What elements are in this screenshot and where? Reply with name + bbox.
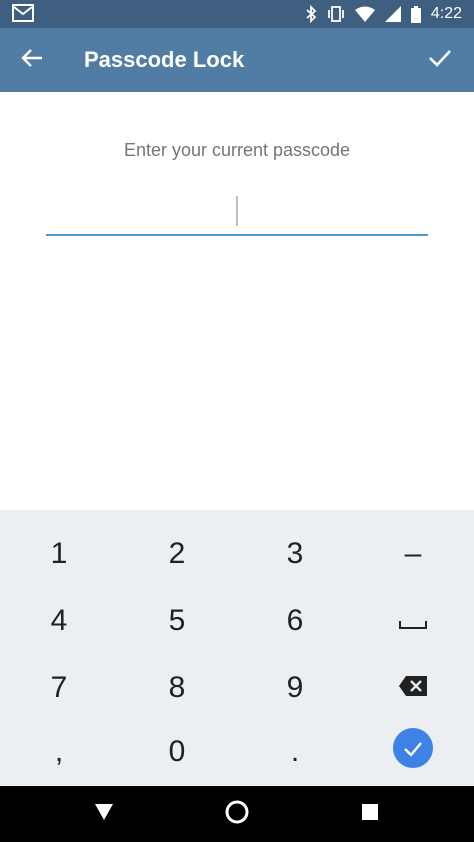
- space-bar-icon: [399, 604, 427, 638]
- key-8[interactable]: 8: [118, 656, 236, 720]
- back-triangle-icon: [94, 803, 114, 826]
- key-5[interactable]: 5: [118, 589, 236, 653]
- vibrate-icon: [327, 6, 345, 22]
- app-bar: Passcode Lock: [0, 28, 474, 92]
- nav-home-button[interactable]: [207, 786, 267, 842]
- key-4[interactable]: 4: [0, 589, 118, 653]
- key-dash[interactable]: –: [354, 522, 472, 586]
- numeric-keyboard: 1 2 3 – 4 5 6 7 8 9 , 0 .: [0, 510, 474, 786]
- enter-button[interactable]: [393, 728, 433, 768]
- key-comma[interactable]: ,: [0, 720, 118, 784]
- passcode-prompt: Enter your current passcode: [123, 140, 351, 160]
- back-button[interactable]: [14, 42, 50, 78]
- recents-square-icon: [361, 803, 379, 826]
- home-circle-icon: [224, 799, 250, 830]
- gmail-icon: [12, 4, 34, 22]
- key-1[interactable]: 1: [0, 522, 118, 586]
- signal-icon: [384, 6, 401, 22]
- key-period[interactable]: .: [236, 720, 354, 784]
- key-enter[interactable]: [354, 716, 472, 780]
- bluetooth-icon: [305, 5, 317, 23]
- nav-back-button[interactable]: [74, 786, 134, 842]
- arrow-left-icon: [21, 48, 43, 73]
- key-2[interactable]: 2: [118, 522, 236, 586]
- wifi-icon: [354, 6, 375, 22]
- status-time: 4:22: [430, 5, 462, 22]
- text-cursor: [236, 196, 238, 226]
- page-title: Passcode Lock: [84, 47, 245, 72]
- key-6[interactable]: 6: [236, 589, 354, 653]
- key-9[interactable]: 9: [236, 656, 354, 720]
- system-nav-bar: [0, 786, 474, 842]
- backspace-icon: [398, 671, 428, 705]
- confirm-button[interactable]: [422, 42, 458, 78]
- status-bar: 4:22: [0, 0, 474, 28]
- check-icon: [403, 731, 423, 765]
- nav-recents-button[interactable]: [340, 786, 400, 842]
- battery-icon: [410, 5, 421, 23]
- key-backspace[interactable]: [354, 656, 472, 720]
- key-0[interactable]: 0: [118, 720, 236, 784]
- key-3[interactable]: 3: [236, 522, 354, 586]
- passcode-input[interactable]: [46, 192, 428, 236]
- key-7[interactable]: 7: [0, 656, 118, 720]
- check-icon: [428, 48, 452, 73]
- key-space[interactable]: [354, 589, 472, 653]
